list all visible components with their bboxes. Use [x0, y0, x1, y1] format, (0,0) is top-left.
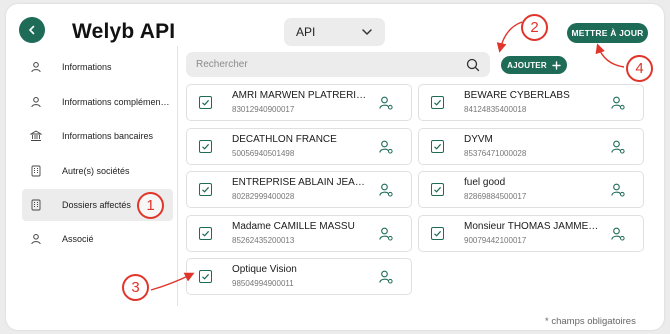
sidebar-item[interactable]: Associé — [22, 222, 173, 257]
check-icon — [434, 99, 442, 106]
plus-icon — [552, 60, 561, 70]
sidebar-item[interactable]: Informations complémentaires — [22, 85, 173, 120]
company-card[interactable]: DYVM 85376471000028 — [418, 127, 644, 165]
sidebar-item[interactable]: Informations — [22, 50, 173, 85]
search-placeholder: Rechercher — [196, 59, 248, 70]
company-card[interactable]: AMRI MARWEN PLATRERIE SAS 83012940900017 — [186, 84, 412, 121]
bank-icon — [29, 130, 43, 142]
company-name: Optique Vision — [232, 264, 297, 275]
building-icon — [30, 199, 42, 211]
sidebar-item-label: Informations bancaires — [62, 131, 154, 142]
divider — [177, 46, 178, 306]
user-icon — [30, 233, 42, 245]
company-card[interactable]: Monsieur THOMAS JAMME DESIGN 900794421000… — [418, 214, 644, 252]
check-icon — [434, 230, 442, 237]
company-siret: 80282999400028 — [232, 192, 295, 201]
checkbox[interactable] — [199, 96, 212, 109]
company-card[interactable]: fuel good 82869884500017 — [418, 171, 644, 208]
marker-2: 2 — [521, 14, 548, 41]
checkbox[interactable] — [431, 139, 444, 153]
checkbox[interactable] — [199, 183, 212, 196]
sidebar: Informations Informations complémentaires… — [22, 50, 173, 257]
api-select-value: API — [296, 25, 316, 39]
page-title: Welyb API — [72, 20, 176, 43]
user-icon — [30, 96, 42, 108]
back-button[interactable] — [19, 17, 45, 43]
company-siret: 85262435200013 — [232, 235, 295, 245]
chevron-left-icon — [29, 25, 35, 35]
user-settings-icon[interactable] — [378, 139, 394, 155]
user-settings-icon[interactable] — [610, 95, 626, 111]
company-siret: 85376471000028 — [464, 148, 527, 158]
sidebar-item-label: Associé — [62, 234, 94, 245]
user-settings-icon[interactable] — [378, 269, 394, 285]
company-name: fuel good — [464, 177, 506, 188]
company-siret: 50056940501498 — [232, 148, 295, 158]
marker-4: 4 — [626, 55, 653, 82]
sidebar-item-label: Autre(s) sociétés — [62, 165, 130, 176]
sidebar-item[interactable]: Autre(s) sociétés — [22, 154, 173, 189]
user-settings-icon[interactable] — [610, 182, 626, 198]
company-name: Monsieur THOMAS JAMME DESIGN — [464, 220, 600, 232]
company-siret: 83012940900017 — [232, 105, 295, 114]
sidebar-item-label: Informations — [62, 62, 112, 73]
api-select[interactable]: API — [284, 18, 385, 46]
company-card[interactable]: ENTREPRISE ABLAIN JEAN-MARC 8028299940002… — [186, 171, 412, 208]
user-settings-icon[interactable] — [378, 226, 394, 242]
search-icon — [466, 58, 480, 71]
chevron-down-icon — [362, 29, 372, 35]
company-card[interactable]: Optique Vision 98504994900011 — [186, 258, 412, 295]
company-card[interactable]: BEWARE CYBERLABS 84124835400018 — [418, 84, 644, 121]
checkbox[interactable] — [431, 96, 444, 109]
check-icon — [202, 273, 210, 280]
user-settings-icon[interactable] — [378, 182, 394, 198]
company-name: Madame CAMILLE MASSU — [232, 220, 355, 232]
checkbox[interactable] — [199, 226, 212, 240]
sidebar-item[interactable]: Informations bancaires — [22, 119, 173, 154]
user-icon — [30, 61, 42, 73]
user-settings-icon[interactable] — [378, 95, 394, 111]
company-card[interactable]: Madame CAMILLE MASSU 85262435200013 — [186, 214, 412, 252]
required-fields-note: * champs obligatoires — [545, 316, 636, 327]
company-siret: 82869884500017 — [464, 192, 527, 201]
user-settings-icon[interactable] — [610, 226, 626, 242]
marker-1: 1 — [137, 192, 164, 219]
company-name: DECATHLON FRANCE — [232, 133, 337, 145]
building-icon — [30, 165, 42, 177]
check-icon — [202, 143, 210, 150]
sidebar-item-label: Informations complémentaires — [62, 96, 170, 107]
search-input[interactable]: Rechercher — [186, 52, 490, 77]
marker-3: 3 — [122, 274, 149, 301]
company-siret: 98504994900011 — [232, 279, 294, 288]
company-name: BEWARE CYBERLABS — [464, 90, 570, 101]
add-button-label: AJOUTER — [507, 60, 547, 70]
check-icon — [202, 230, 210, 237]
checkbox[interactable] — [199, 139, 212, 153]
add-button[interactable]: AJOUTER — [501, 56, 567, 74]
company-name: AMRI MARWEN PLATRERIE SAS — [232, 90, 368, 101]
user-settings-icon[interactable] — [610, 139, 626, 155]
company-name: ENTREPRISE ABLAIN JEAN-MARC — [232, 177, 368, 188]
update-button[interactable]: METTRE À JOUR — [567, 23, 648, 43]
check-icon — [434, 143, 442, 150]
company-name: DYVM — [464, 133, 493, 145]
check-icon — [202, 99, 210, 106]
check-icon — [202, 186, 210, 193]
company-siret: 84124835400018 — [464, 105, 527, 114]
company-siret: 90079442100017 — [464, 235, 527, 245]
checkbox[interactable] — [431, 183, 444, 196]
check-icon — [434, 186, 442, 193]
company-card[interactable]: DECATHLON FRANCE 50056940501498 — [186, 127, 412, 165]
checkbox[interactable] — [199, 270, 212, 283]
checkbox[interactable] — [431, 226, 444, 240]
